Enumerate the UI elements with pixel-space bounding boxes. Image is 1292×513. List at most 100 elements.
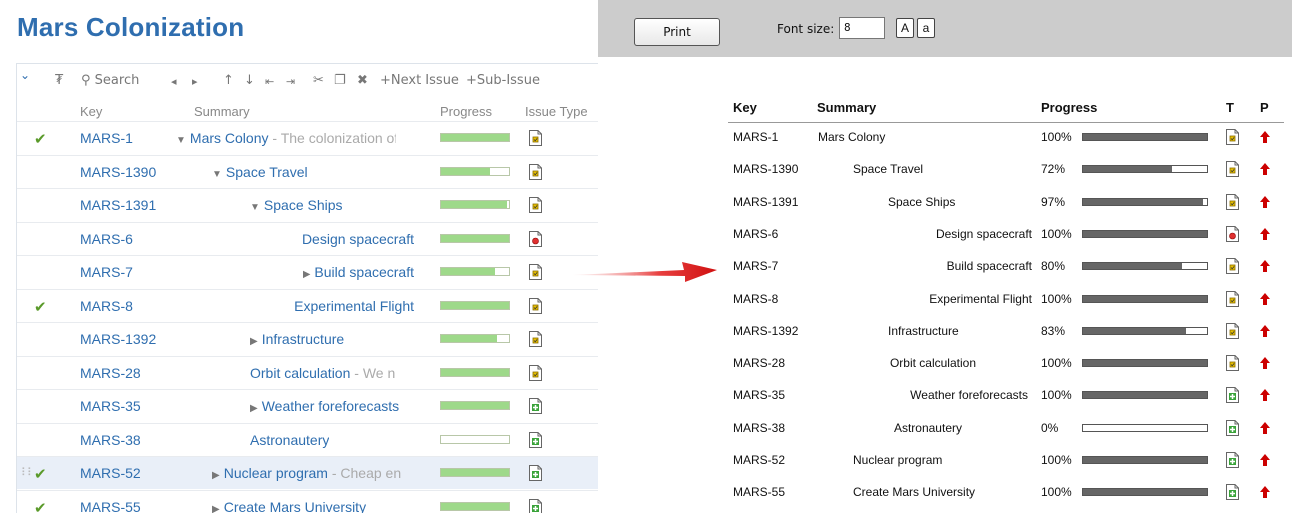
pin-icon[interactable]: ₮ bbox=[55, 73, 63, 88]
issue-key-link[interactable]: MARS-8 bbox=[80, 298, 133, 314]
table-row[interactable]: MARS-1392 ▶ Infrastructure bbox=[17, 322, 598, 355]
table-row[interactable]: MARS-1390 ▼ Space Travel bbox=[17, 154, 598, 188]
cut-icon[interactable]: ✂ bbox=[313, 73, 324, 88]
issue-summary[interactable]: ▼ Space Ships bbox=[250, 197, 343, 213]
issue-summary[interactable]: ▶ Nuclear program - Cheap en bbox=[212, 465, 401, 481]
collapsed-triangle-icon[interactable]: ▶ bbox=[212, 470, 220, 481]
issue-summary[interactable]: ▶ Create Mars University bbox=[212, 499, 366, 513]
progress-fill bbox=[441, 234, 509, 242]
expanded-triangle-icon[interactable]: ▼ bbox=[212, 169, 222, 180]
font-size-input[interactable]: 8 bbox=[839, 17, 885, 39]
font-smaller-button[interactable]: a bbox=[917, 18, 935, 38]
priority-up-arrow-icon bbox=[1259, 356, 1271, 370]
print-issue-key: MARS-38 bbox=[733, 420, 786, 435]
print-progress-percent: 100% bbox=[1041, 388, 1072, 403]
print-issue-summary: Weather foreforecasts bbox=[910, 388, 1028, 403]
print-issue-summary: Create Mars University bbox=[853, 485, 976, 500]
move-left-icon[interactable]: ◂ bbox=[171, 75, 177, 88]
issue-key-link[interactable]: MARS-1390 bbox=[80, 164, 156, 180]
priority-up-arrow-icon bbox=[1259, 162, 1271, 176]
arrow-right-icon bbox=[572, 262, 717, 282]
remove-icon[interactable]: ✖ bbox=[357, 73, 368, 88]
table-row[interactable]: MARS-35 ▶ Weather foreforecasts bbox=[17, 389, 598, 422]
print-row: MARS-1 Mars Colony 100% bbox=[728, 122, 1284, 154]
column-header-issue-type[interactable]: Issue Type bbox=[525, 104, 588, 119]
column-header-progress[interactable]: Progress bbox=[440, 104, 492, 119]
issue-summary[interactable]: ▶ Weather foreforecasts bbox=[250, 398, 399, 414]
progress-bar bbox=[440, 300, 510, 310]
issue-key-link[interactable]: MARS-6 bbox=[80, 231, 133, 247]
move-right-icon[interactable]: ▸ bbox=[192, 75, 198, 88]
print-issue-summary: Mars Colony bbox=[818, 130, 886, 144]
print-issue-summary: Astronautery bbox=[893, 420, 962, 435]
next-issue-button[interactable]: +Next Issue bbox=[380, 73, 459, 88]
print-row: MARS-38 Astronautery 0% bbox=[728, 413, 1284, 445]
issue-summary[interactable]: Design spacecraft bbox=[302, 231, 414, 247]
font-larger-button[interactable]: A bbox=[896, 18, 914, 38]
collapsed-triangle-icon[interactable]: ▶ bbox=[212, 504, 220, 513]
bug-type-icon bbox=[1226, 225, 1239, 242]
priority-up-arrow-icon bbox=[1259, 292, 1271, 306]
collapsed-triangle-icon[interactable]: ▶ bbox=[250, 336, 258, 347]
paste-icon[interactable]: ❐ bbox=[334, 73, 346, 88]
collapse-chevron-icon[interactable]: ⌄ bbox=[20, 68, 30, 82]
print-button[interactable]: Print bbox=[634, 18, 720, 46]
move-up-icon[interactable]: ↑ bbox=[223, 73, 234, 88]
collapsed-triangle-icon[interactable]: ▶ bbox=[250, 403, 258, 414]
issue-key-link[interactable]: MARS-38 bbox=[80, 432, 141, 448]
search-button[interactable]: ⚲ Search bbox=[81, 73, 139, 88]
table-row[interactable]: MARS-38 Astronautery bbox=[17, 422, 598, 456]
task-type-icon bbox=[529, 297, 542, 314]
bug-type-icon bbox=[529, 230, 542, 247]
sub-issue-button[interactable]: +Sub-Issue bbox=[466, 73, 540, 88]
priority-up-arrow-icon bbox=[1259, 388, 1271, 402]
print-progress-percent: 100% bbox=[1041, 226, 1072, 241]
table-row[interactable]: ⠇⠇ ✔ MARS-52 ▶ Nuclear program - Cheap en bbox=[17, 456, 598, 489]
issue-summary[interactable]: Astronautery bbox=[250, 432, 329, 448]
issue-summary[interactable]: ▼ Mars Colony - The colonization of bbox=[176, 130, 396, 146]
issue-summary-text: Mars Colony bbox=[189, 130, 269, 146]
column-header-key[interactable]: Key bbox=[80, 104, 102, 119]
priority-up-arrow-icon bbox=[1259, 227, 1271, 241]
print-progress-fill bbox=[1083, 327, 1186, 334]
table-row[interactable]: ✔ MARS-55 ▶ Create Mars University bbox=[17, 489, 598, 513]
table-row[interactable]: MARS-6 Design spacecraft bbox=[17, 221, 598, 255]
outdent-icon[interactable]: ⇤ bbox=[265, 75, 274, 88]
print-issue-summary: Design spacecraft bbox=[935, 226, 1032, 241]
task-type-icon bbox=[529, 197, 542, 213]
issue-key-link[interactable]: MARS-28 bbox=[80, 365, 141, 381]
expanded-triangle-icon[interactable]: ▼ bbox=[250, 202, 260, 213]
column-header-summary[interactable]: Summary bbox=[194, 104, 250, 119]
collapsed-triangle-icon[interactable]: ▶ bbox=[303, 269, 311, 280]
issue-key-link[interactable]: MARS-35 bbox=[80, 398, 141, 414]
table-row[interactable]: MARS-7 ▶ Build spacecraft bbox=[17, 255, 598, 288]
print-progress-fill bbox=[1083, 392, 1207, 399]
issue-description: - We n bbox=[350, 364, 396, 381]
issue-key-link[interactable]: MARS-55 bbox=[80, 499, 141, 513]
table-row[interactable]: ✔ MARS-1 ▼ Mars Colony - The colonization o… bbox=[17, 121, 598, 154]
table-row[interactable]: MARS-1391 ▼ Space Ships bbox=[17, 188, 598, 221]
issue-key-link[interactable]: MARS-52 bbox=[80, 465, 141, 481]
print-progress-bar bbox=[1082, 359, 1208, 368]
issue-key-link[interactable]: MARS-7 bbox=[80, 264, 133, 280]
table-row[interactable]: ✔ MARS-8 Experimental Flight bbox=[17, 288, 598, 322]
progress-bar bbox=[440, 367, 510, 377]
drag-handle-icon[interactable]: ⠇⠇ bbox=[21, 466, 35, 479]
print-progress-percent: 100% bbox=[1041, 485, 1072, 500]
progress-bar bbox=[440, 401, 510, 410]
issue-description: - The colonization of bbox=[268, 130, 396, 146]
indent-icon[interactable]: ⇥ bbox=[286, 75, 295, 88]
expanded-triangle-icon[interactable]: ▼ bbox=[176, 135, 186, 146]
progress-bar bbox=[440, 233, 510, 243]
issue-summary[interactable]: ▶ Build spacecraft bbox=[303, 264, 414, 280]
table-row[interactable]: MARS-28 Orbit calculation - We n bbox=[17, 355, 598, 389]
issue-key-link[interactable]: MARS-1 bbox=[80, 130, 133, 146]
progress-fill bbox=[441, 402, 509, 409]
issue-summary[interactable]: Orbit calculation - We n bbox=[250, 365, 395, 381]
move-down-icon[interactable]: ↓ bbox=[244, 73, 255, 88]
issue-key-link[interactable]: MARS-1392 bbox=[80, 331, 156, 347]
issue-key-link[interactable]: MARS-1391 bbox=[80, 197, 156, 213]
issue-summary[interactable]: ▶ Infrastructure bbox=[250, 331, 344, 347]
issue-summary[interactable]: ▼ Space Travel bbox=[212, 164, 308, 180]
issue-summary[interactable]: Experimental Flight bbox=[294, 298, 414, 314]
